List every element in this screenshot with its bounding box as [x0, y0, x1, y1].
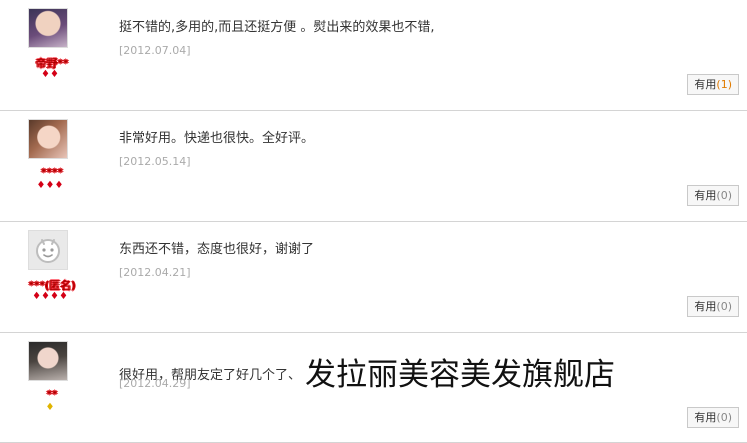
username[interactable]: **** — [6, 166, 98, 179]
review-item: ***(匿名) ♦♦♦♦ 东西还不错，态度也很好，谢谢了 [2012.04.21… — [0, 222, 747, 333]
default-avatar-icon[interactable] — [28, 230, 68, 270]
review-date: [2012.04.21] — [119, 266, 191, 279]
review-comment: 很好用，帮朋友定了好几个了、 发拉丽美容美发旗舰店 — [119, 349, 615, 394]
review-comment: 东西还不错，态度也很好，谢谢了 — [119, 242, 315, 257]
useful-label: 有用 — [694, 189, 717, 202]
review-date: [2012.07.04] — [119, 44, 191, 57]
useful-button[interactable]: 有用(0) — [687, 296, 739, 317]
useful-count: (0) — [716, 300, 732, 313]
review-comment: 挺不错的,多用的,而且还挺方便 。熨出来的效果也不错, — [119, 20, 435, 35]
username[interactable]: ** — [6, 388, 98, 401]
watermark-overlay-text: 发拉丽美容美发旗舰店 — [305, 357, 616, 393]
reputation-gems-icon: ♦♦ — [41, 69, 59, 80]
useful-label: 有用 — [694, 78, 717, 91]
user-avatar[interactable] — [28, 119, 68, 159]
useful-button[interactable]: 有用(0) — [687, 185, 739, 206]
useful-button[interactable]: 有用(1) — [687, 74, 739, 95]
review-date: [2012.05.14] — [119, 155, 191, 168]
useful-label: 有用 — [694, 411, 717, 424]
reputation-gems-icon: ♦♦♦♦ — [32, 291, 68, 302]
review-comment: 非常好用。快递也很快。全好评。 — [119, 131, 315, 146]
user-avatar[interactable] — [28, 8, 68, 48]
reputation-gems-icon: ♦♦♦ — [36, 180, 64, 191]
review-item: **** ♦♦♦ 非常好用。快递也很快。全好评。 [2012.05.14] 有用… — [0, 111, 747, 222]
useful-count: (0) — [716, 189, 732, 202]
reputation-gem-icon: ♦ — [45, 402, 55, 413]
review-item: 帝野** ♦♦ 挺不错的,多用的,而且还挺方便 。熨出来的效果也不错, [201… — [0, 0, 747, 111]
review-date: [2012.04.29] — [119, 377, 191, 390]
useful-button[interactable]: 有用(0) — [687, 407, 739, 428]
useful-count: (0) — [716, 411, 732, 424]
useful-count: (1) — [716, 78, 732, 91]
review-item: ** ♦ 很好用，帮朋友定了好几个了、 发拉丽美容美发旗舰店 [2012.04.2… — [0, 333, 747, 443]
user-avatar[interactable] — [28, 341, 68, 381]
useful-label: 有用 — [694, 300, 717, 313]
